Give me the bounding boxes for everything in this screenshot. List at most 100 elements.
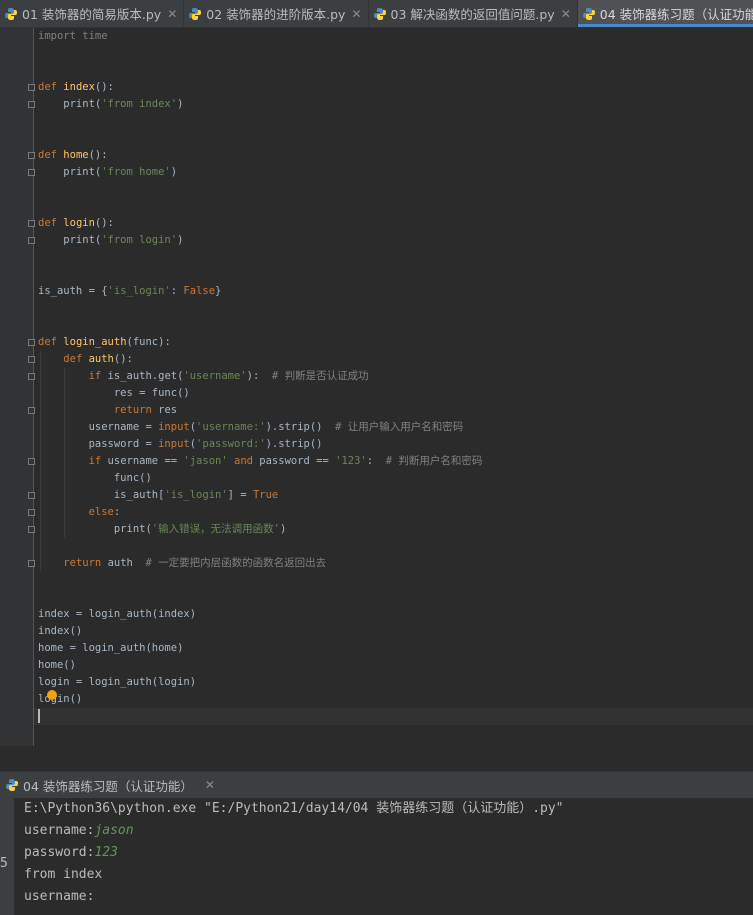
close-icon[interactable]: ✕ [351, 7, 361, 21]
close-icon[interactable]: ✕ [205, 778, 215, 792]
code-token: ): [246, 370, 272, 382]
editor-tab[interactable]: 04 装饰器练习题（认证功能）.py [577, 0, 753, 27]
indent-guide [40, 351, 41, 572]
code-token: if [88, 455, 108, 467]
code-editor[interactable]: import time def index(): print('from inde… [0, 28, 753, 746]
fold-marker-icon[interactable] [28, 407, 35, 414]
python-file-icon [4, 7, 18, 21]
code-token: 'username' [183, 370, 247, 382]
code-token: else [88, 506, 114, 518]
code-token: 'from index' [101, 98, 178, 110]
close-icon[interactable]: ✕ [561, 7, 571, 21]
code-token: (): [94, 81, 114, 93]
fold-marker-icon[interactable] [28, 509, 35, 516]
python-file-icon [582, 7, 596, 21]
python-file-icon [188, 7, 202, 21]
code-token: def [38, 81, 64, 93]
code-token: False [183, 285, 216, 297]
console-line: username:jason [24, 820, 753, 842]
console-text: jason [94, 823, 134, 838]
editor-tab[interactable]: 02 装饰器的进阶版本.py ✕ [184, 0, 369, 27]
code-line: username = input('username:').strip() # … [38, 419, 753, 436]
fold-marker-icon[interactable] [28, 560, 35, 567]
fold-marker-icon[interactable] [28, 492, 35, 499]
code-token: 'is_login' [107, 285, 171, 297]
code-line: is_auth = {'is_login': False} [38, 283, 753, 300]
editor-gutter [0, 28, 35, 746]
code-token: and [227, 455, 260, 467]
run-tab-label[interactable]: 04 装饰器练习题（认证功能） [23, 776, 193, 795]
code-line: index() [38, 623, 753, 640]
close-icon[interactable]: ✕ [167, 7, 177, 21]
console-text: username: [24, 889, 95, 904]
fold-marker-icon[interactable] [28, 237, 35, 244]
code-token: : [113, 506, 121, 518]
fold-marker-icon[interactable] [28, 373, 35, 380]
code-token: 'from home' [101, 166, 171, 178]
code-token: is_auth = { [38, 285, 108, 297]
code-token: print( [38, 523, 152, 535]
code-token: print( [38, 166, 102, 178]
code-line: if is_auth.get('username'): # 判断是否认证成功 [38, 368, 753, 385]
fold-marker-icon[interactable] [28, 458, 35, 465]
fold-marker-icon[interactable] [28, 101, 35, 108]
console-line: E:\Python36\python.exe "E:/Python21/day1… [24, 798, 753, 820]
code-line [34, 708, 753, 725]
console-text: from index [24, 867, 103, 882]
code-token: 'username:' [196, 421, 266, 433]
fold-marker-icon[interactable] [28, 220, 35, 227]
fold-marker-icon[interactable] [28, 84, 35, 91]
code-token: } [215, 285, 222, 297]
fold-marker-icon[interactable] [28, 339, 35, 346]
code-line: print('输入错误，无法调用函数') [38, 521, 753, 538]
editor-tab-label: 03 解决函数的返回值问题.py [390, 7, 555, 22]
code-token: # 判断用户名和密码 [385, 455, 483, 467]
editor-tab-label: 04 装饰器练习题（认证功能）.py [599, 7, 753, 22]
code-token: 'password:' [196, 438, 266, 450]
code-line: else: [38, 504, 753, 521]
run-console[interactable]: E:\Python36\python.exe "E:/Python21/day1… [24, 798, 753, 908]
text-caret [38, 709, 40, 723]
code-token: if [88, 370, 108, 382]
code-line: def home(): [38, 147, 753, 164]
code-token: is_auth.get( [107, 370, 184, 382]
code-token: home() [38, 659, 76, 671]
code-token: (): [113, 353, 133, 365]
code-line: password = input('password:').strip() [38, 436, 753, 453]
code-token: 'is_login' [164, 489, 228, 501]
fold-marker-icon[interactable] [28, 356, 35, 363]
code-token: login_auth [63, 336, 127, 348]
code-token: ) [177, 234, 184, 246]
fold-marker-icon[interactable] [28, 152, 35, 159]
fold-marker-icon[interactable] [28, 526, 35, 533]
console-text: username: [24, 823, 95, 838]
code-token: # 一定要把内层函数的函数名返回出去 [145, 557, 327, 569]
code-token: (func): [126, 336, 171, 348]
fold-marker-icon[interactable] [28, 169, 35, 176]
code-token: home = login_auth(home) [38, 642, 184, 654]
code-token: : [366, 455, 386, 467]
code-line: index = login_auth(index) [38, 606, 753, 623]
code-line: def login_auth(func): [38, 334, 753, 351]
code-token: ] = [227, 489, 253, 501]
editor-tab[interactable]: 01 装饰器的简易版本.py ✕ [0, 0, 185, 27]
run-toolbar: 5 [0, 798, 14, 915]
code-token: login = login_auth(login) [38, 676, 197, 688]
indent-guide [64, 368, 66, 538]
code-token: func() [38, 472, 152, 484]
intention-bulb-icon[interactable] [47, 690, 57, 700]
code-token: res [158, 404, 178, 416]
code-token: 'jason' [183, 455, 228, 467]
code-line: def index(): [38, 79, 753, 96]
editor-tab[interactable]: 03 解决函数的返回值问题.py ✕ [369, 0, 578, 27]
code-token: index = login_auth(index) [38, 608, 197, 620]
python-file-icon [5, 778, 19, 792]
side-number: 5 [0, 856, 8, 871]
code-line: if username == 'jason' and password == '… [38, 453, 753, 470]
